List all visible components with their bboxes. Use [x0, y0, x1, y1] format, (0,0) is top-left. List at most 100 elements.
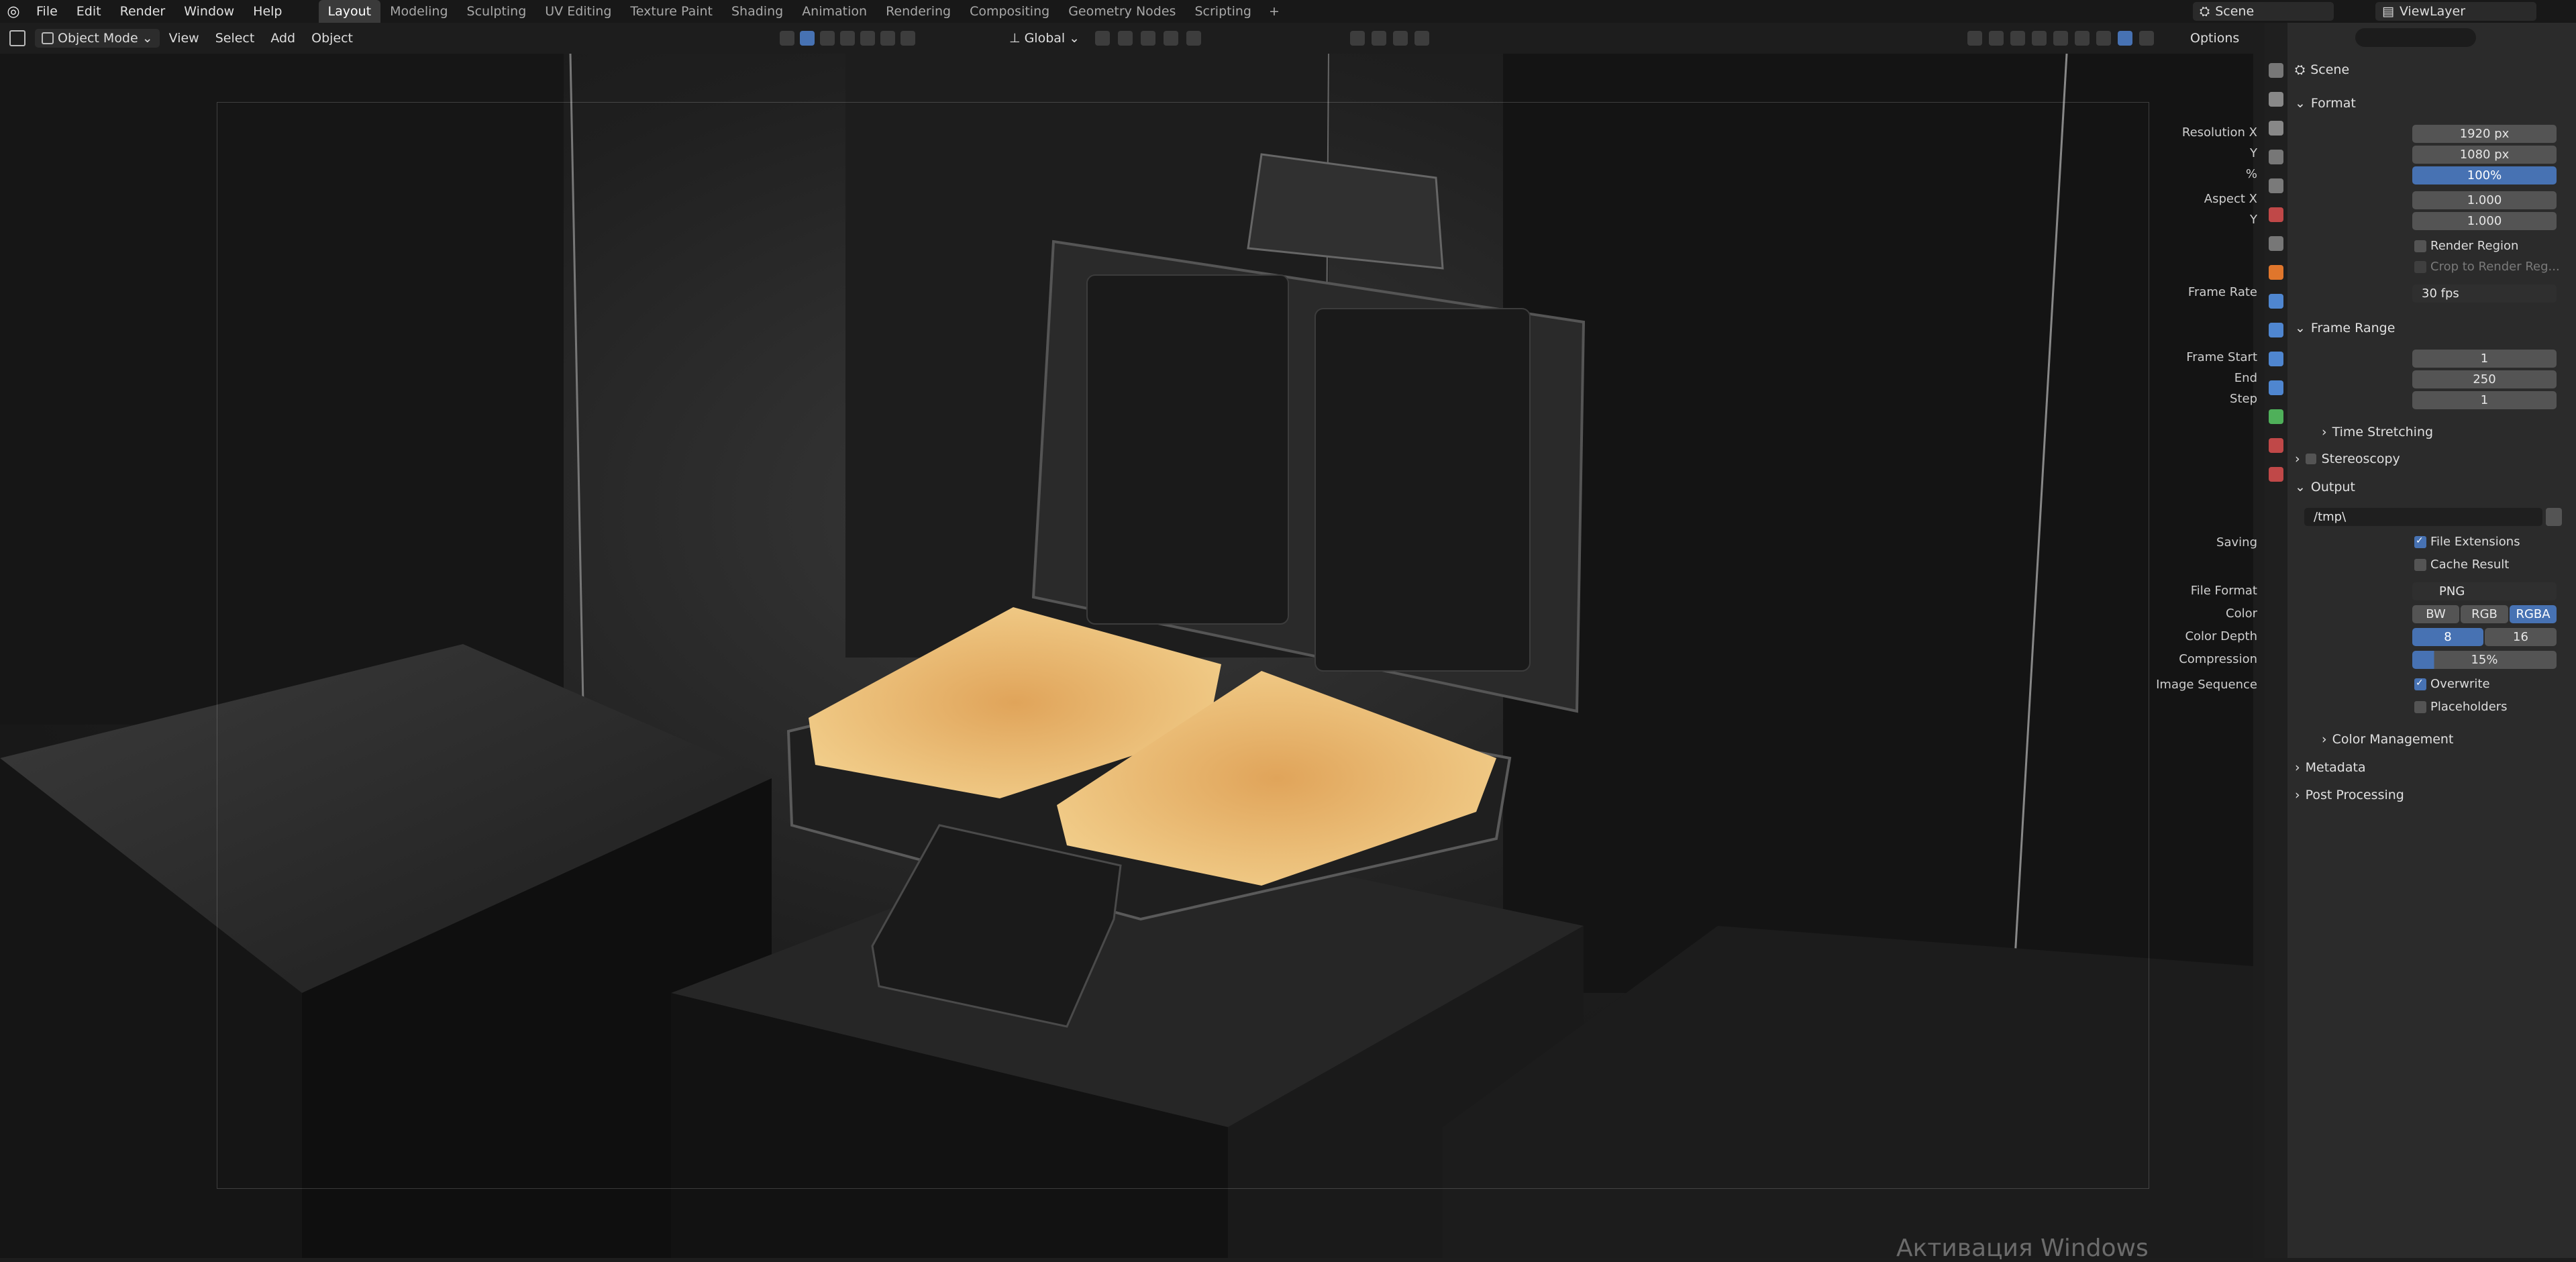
resolution-y-field[interactable]: 1080 px	[2412, 146, 2557, 164]
panel-metadata-header[interactable]: › Metadata	[2295, 755, 2366, 780]
placeholders-checkbox[interactable]	[2414, 701, 2426, 713]
cache-result-checkbox[interactable]	[2414, 559, 2426, 571]
render-tab-icon[interactable]	[2269, 92, 2283, 107]
texture-tab-icon[interactable]	[2269, 467, 2283, 482]
constraints-tab-icon[interactable]	[2269, 380, 2283, 395]
view-layer-selector[interactable]: ▤ ViewLayer	[2375, 2, 2536, 21]
editor-type-button[interactable]	[3, 28, 32, 48]
3d-viewport[interactable]	[0, 54, 2253, 1258]
menu-view[interactable]: View	[162, 29, 206, 48]
frame-step-field[interactable]: 1	[2412, 391, 2557, 409]
output-path-input[interactable]: /tmp\	[2304, 508, 2542, 526]
xray-icon[interactable]	[2032, 31, 2047, 46]
mode-selector[interactable]: Object Mode ⌄	[35, 29, 160, 48]
gizmo-toggle-icon[interactable]	[1989, 31, 2004, 46]
menu-help[interactable]: Help	[244, 0, 291, 23]
frame-start-field[interactable]: 1	[2412, 350, 2557, 368]
material-shading-icon[interactable]	[2096, 31, 2111, 46]
tool-tab-icon[interactable]	[2269, 63, 2283, 78]
color-depth-8-button[interactable]: 8	[2412, 628, 2483, 646]
subpanel-color-management[interactable]: › Color Management	[2322, 727, 2453, 751]
tab-scripting[interactable]: Scripting	[1185, 0, 1261, 23]
color-rgb-button[interactable]: RGB	[2461, 605, 2508, 623]
panel-post-processing-header[interactable]: › Post Processing	[2295, 783, 2404, 807]
proportional-edit-icon[interactable]	[1164, 31, 1178, 46]
folder-icon[interactable]	[2546, 508, 2562, 526]
frame-end-field[interactable]: 250	[2412, 370, 2557, 388]
select-subtract-icon[interactable]	[840, 31, 855, 46]
overlays-icon[interactable]	[2010, 31, 2025, 46]
menu-add[interactable]: Add	[264, 29, 302, 48]
panel-format-header[interactable]: ⌄ Format	[2295, 91, 2356, 115]
visibility-icon[interactable]	[780, 31, 794, 46]
panel-output-header[interactable]: ⌄ Output	[2295, 475, 2355, 499]
select-invert-icon[interactable]	[860, 31, 875, 46]
tab-geometry-nodes[interactable]: Geometry Nodes	[1059, 0, 1185, 23]
zoom-icon[interactable]	[900, 31, 915, 46]
select-extend-icon[interactable]	[820, 31, 835, 46]
object-tab-icon[interactable]	[2269, 265, 2283, 280]
physics-tab-icon[interactable]	[2269, 352, 2283, 366]
falloff-icon[interactable]	[1186, 31, 1201, 46]
tab-uv-editing[interactable]: UV Editing	[535, 0, 621, 23]
wireframe-shading-icon[interactable]	[2053, 31, 2068, 46]
pause-render-icon[interactable]	[2139, 31, 2154, 46]
aspect-x-field[interactable]: 1.000	[2412, 191, 2557, 209]
view-object-types-icon[interactable]	[1967, 31, 1982, 46]
panel-frame-range-header[interactable]: ⌄ Frame Range	[2295, 316, 2395, 340]
tab-rendering[interactable]: Rendering	[876, 0, 960, 23]
add-workspace-button[interactable]: +	[1261, 4, 1288, 19]
overwrite-checkbox[interactable]	[2414, 678, 2426, 690]
menu-render[interactable]: Render	[111, 0, 175, 23]
tab-modeling[interactable]: Modeling	[380, 0, 457, 23]
visibility-filter-icon[interactable]	[1350, 31, 1365, 46]
world-tab-icon[interactable]	[2269, 207, 2283, 222]
modifier-tab-icon[interactable]	[2269, 294, 2283, 309]
menu-select[interactable]: Select	[209, 29, 262, 48]
snap-icon[interactable]	[1118, 31, 1133, 46]
menu-window[interactable]: Window	[174, 0, 244, 23]
properties-search[interactable]	[2355, 28, 2476, 47]
bookmark-icon[interactable]	[1372, 31, 1386, 46]
transform-orientation[interactable]: ⊥ Global ⌄	[1002, 29, 1086, 48]
file-format-dropdown[interactable]: PNG	[2412, 582, 2557, 600]
crop-checkbox[interactable]	[2414, 261, 2426, 273]
blender-logo-icon[interactable]: ◎	[0, 3, 27, 20]
resolution-pct-field[interactable]: 100%	[2412, 166, 2557, 185]
pivot-icon[interactable]	[1095, 31, 1110, 46]
aspect-y-field[interactable]: 1.000	[2412, 212, 2557, 230]
tab-shading[interactable]: Shading	[722, 0, 792, 23]
menu-edit[interactable]: Edit	[67, 0, 111, 23]
rendered-shading-icon[interactable]	[2118, 31, 2132, 46]
options-button[interactable]: Options	[2183, 29, 2246, 48]
color-depth-16-button[interactable]: 16	[2485, 628, 2557, 646]
view-layer-tab-icon[interactable]	[2269, 150, 2283, 164]
tab-compositing[interactable]: Compositing	[960, 0, 1059, 23]
color-bw-button[interactable]: BW	[2412, 605, 2459, 623]
select-box-icon[interactable]	[800, 31, 815, 46]
file-extensions-checkbox[interactable]	[2414, 535, 2426, 548]
menu-object[interactable]: Object	[305, 29, 360, 48]
tab-sculpting[interactable]: Sculpting	[458, 0, 536, 23]
tab-layout[interactable]: Layout	[318, 0, 381, 23]
particles-tab-icon[interactable]	[2269, 323, 2283, 337]
panel-stereoscopy-header[interactable]: › Stereoscopy	[2295, 447, 2400, 471]
frame-rate-dropdown[interactable]: 30 fps	[2412, 284, 2557, 303]
material-tab-icon[interactable]	[2269, 438, 2283, 453]
subpanel-time-stretching[interactable]: › Time Stretching	[2322, 420, 2433, 444]
render-region-checkbox[interactable]	[2414, 240, 2426, 252]
data-tab-icon[interactable]	[2269, 409, 2283, 424]
compression-slider[interactable]: 15%	[2412, 651, 2557, 669]
stereoscopy-checkbox[interactable]	[2305, 454, 2316, 464]
solid-shading-icon[interactable]	[2075, 31, 2090, 46]
gizmo-icon[interactable]	[1393, 31, 1408, 46]
filter-icon[interactable]	[1414, 31, 1429, 46]
scene-selector[interactable]: ⛭ Scene	[2193, 2, 2334, 21]
select-intersect-icon[interactable]	[880, 31, 895, 46]
color-rgba-button[interactable]: RGBA	[2510, 605, 2557, 623]
collection-tab-icon[interactable]	[2269, 236, 2283, 251]
tab-animation[interactable]: Animation	[792, 0, 876, 23]
snap-target-icon[interactable]	[1141, 31, 1155, 46]
scene-tab-icon[interactable]	[2269, 178, 2283, 193]
menu-file[interactable]: File	[27, 0, 67, 23]
